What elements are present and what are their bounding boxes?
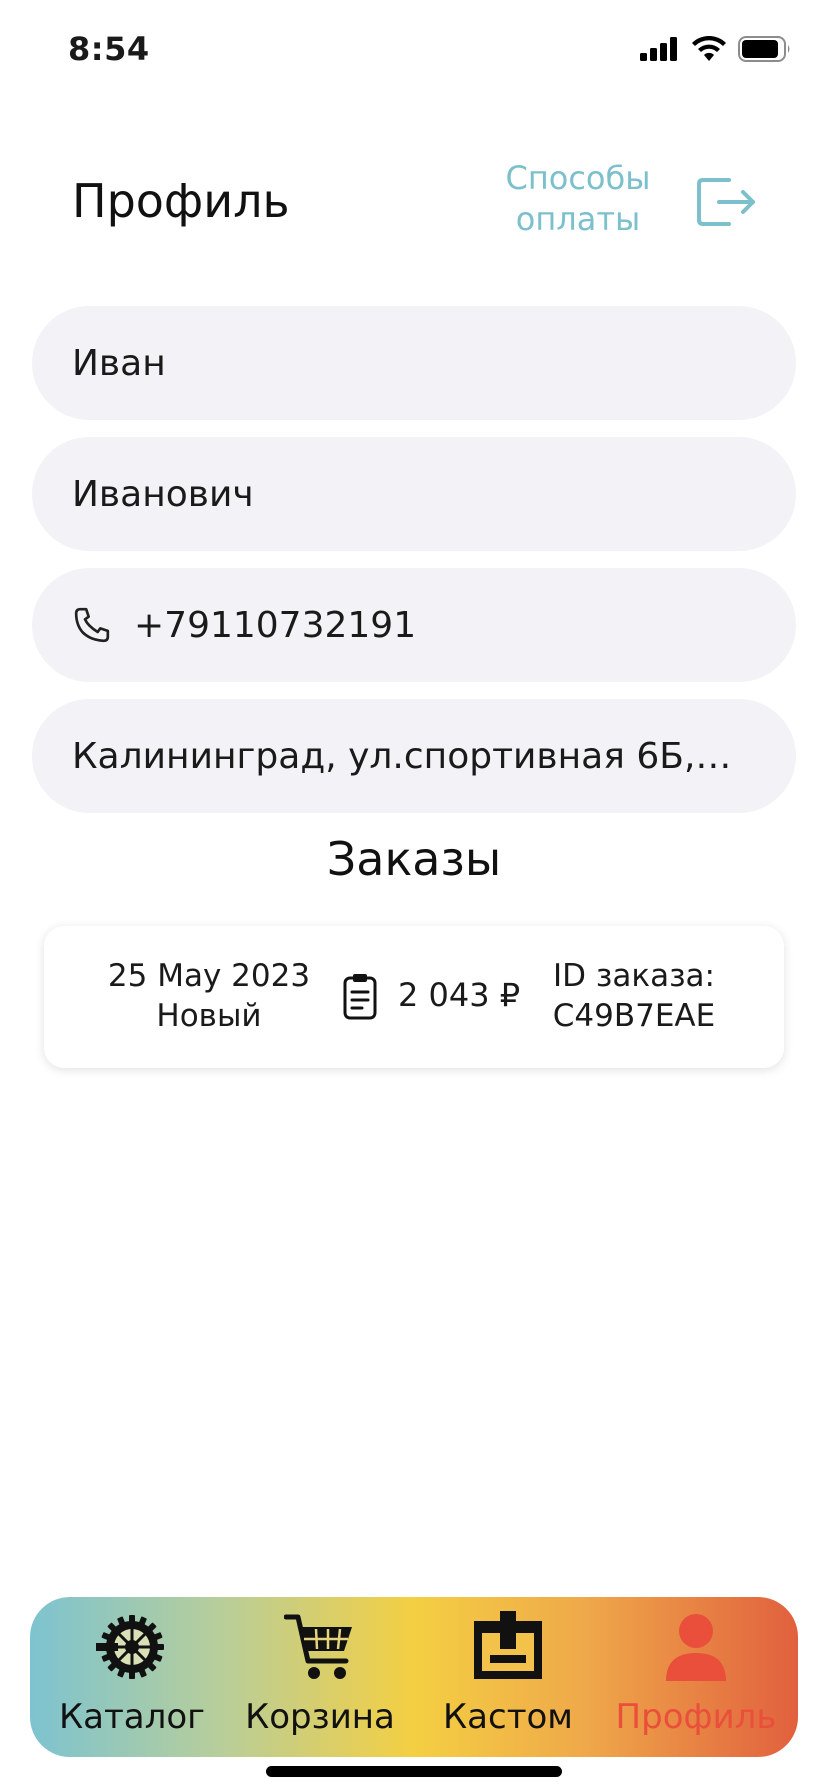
payment-methods-line2: оплаты (515, 200, 641, 238)
phone-field[interactable]: +79110732191 (32, 568, 796, 682)
payment-methods-line1: Способы (505, 159, 651, 197)
order-id-block: ID заказа: C49B7EAE (534, 956, 734, 1036)
tab-catalog[interactable]: Каталог (42, 1597, 222, 1737)
status-icons (640, 36, 792, 62)
bicycle-gear-icon (96, 1615, 164, 1679)
status-bar: 8:54 (0, 0, 828, 100)
tab-bar: Каталог Корзина Кастом Профиль (30, 1597, 798, 1757)
first-name-value: Иван (72, 342, 166, 384)
logout-icon[interactable] (695, 172, 759, 232)
order-id-label: ID заказа: (553, 958, 715, 994)
tab-custom-label: Кастом (443, 1697, 573, 1737)
tab-cart[interactable]: Корзина (230, 1597, 410, 1737)
status-time: 8:54 (68, 30, 150, 68)
order-status: Новый (156, 998, 262, 1034)
tab-profile-label: Профиль (615, 1697, 777, 1737)
profile-screen: 8:54 Профиль Способы оплаты Иван Иванови… (0, 0, 828, 1792)
tab-catalog-label: Каталог (58, 1697, 205, 1737)
order-total: 2 043 ₽ (398, 976, 521, 1014)
orders-title: Заказы (326, 832, 502, 886)
phone-value: +79110732191 (134, 604, 417, 646)
box-icon (474, 1611, 542, 1679)
order-date: 25 May 2023 (107, 958, 311, 994)
tab-profile[interactable]: Профиль (606, 1597, 786, 1737)
patronymic-value: Иванович (72, 473, 254, 515)
cart-icon (284, 1614, 352, 1679)
page-title: Профиль (72, 174, 290, 228)
order-card[interactable]: 25 May 2023 Новый 2 043 ₽ ID заказа: C49… (44, 926, 784, 1068)
wifi-icon (692, 36, 726, 61)
order-date-status: 25 May 2023 Новый (104, 956, 314, 1036)
phone-icon (74, 607, 110, 643)
address-field[interactable]: Калининград, ул.спортивная 6Б, 2... (32, 699, 796, 813)
tab-custom[interactable]: Кастом (418, 1597, 598, 1737)
header: Профиль Способы оплаты (0, 150, 828, 260)
signal-icon (640, 37, 677, 61)
battery-icon (738, 36, 790, 62)
home-indicator[interactable] (266, 1766, 562, 1777)
clipboard-icon (343, 974, 377, 1020)
tab-cart-label: Корзина (245, 1697, 395, 1737)
patronymic-field[interactable]: Иванович (32, 437, 796, 551)
address-value: Калининград, ул.спортивная 6Б, 2... (72, 735, 742, 777)
payment-methods-link[interactable]: Способы оплаты (488, 158, 668, 240)
first-name-field[interactable]: Иван (32, 306, 796, 420)
person-icon (666, 1614, 726, 1681)
order-id: C49B7EAE (552, 998, 716, 1034)
